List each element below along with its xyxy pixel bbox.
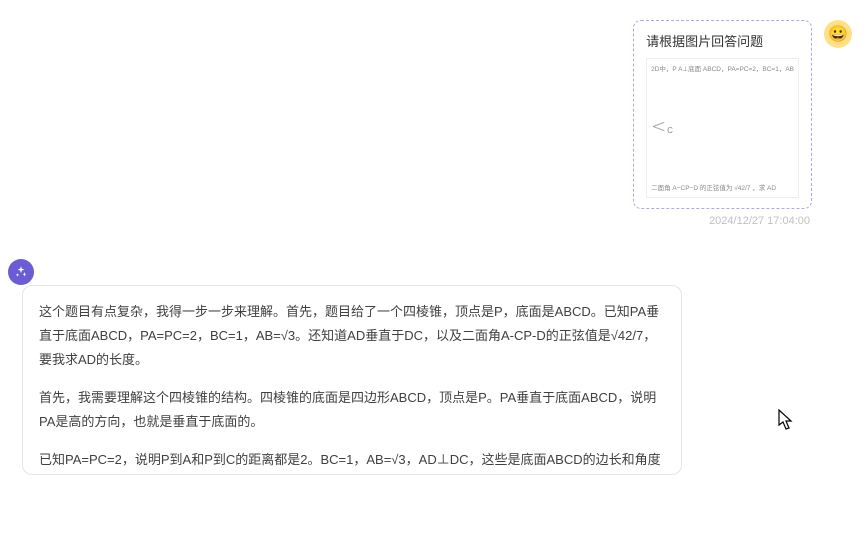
problem-image-bottom-text: 二面角 A−CP−D 的正弦值为 √42/7 ，求 AD <box>651 184 794 193</box>
user-bubble-wrap: 请根据图片回答问题 2D中，P A⊥底面 ABCD，PA=PC=2，BC=1，A… <box>633 20 812 227</box>
problem-image-top-text: 2D中，P A⊥底面 ABCD，PA=PC=2，BC=1，AB <box>651 65 794 74</box>
chat-area: 请根据图片回答问题 2D中，P A⊥底面 ABCD，PA=PC=2，BC=1，A… <box>0 0 864 542</box>
problem-image-attachment[interactable]: 2D中，P A⊥底面 ABCD，PA=PC=2，BC=1，AB C 二面角 A−… <box>646 58 799 198</box>
user-bubble[interactable]: 请根据图片回答问题 2D中，P A⊥底面 ABCD，PA=PC=2，BC=1，A… <box>633 20 812 209</box>
message-timestamp: 2024/12/27 17:04:00 <box>709 215 812 227</box>
user-avatar[interactable]: 😀 <box>824 20 852 48</box>
bot-bubble[interactable]: 这个题目有点复杂，我得一步一步来理解。首先，题目给了一个四棱锥，顶点是P，底面是… <box>22 285 682 475</box>
problem-image-diagram: C <box>653 119 673 136</box>
bot-paragraph: 这个题目有点复杂，我得一步一步来理解。首先，题目给了一个四棱锥，顶点是P，底面是… <box>39 300 665 372</box>
smiley-icon: 😀 <box>828 24 848 44</box>
bot-paragraph: 已知PA=PC=2，说明P到A和P到C的距离都是2。BC=1，AB=√3，AD⊥… <box>39 448 665 472</box>
user-prompt-text: 请根据图片回答问题 <box>646 31 799 50</box>
bot-message-row: 这个题目有点复杂，我得一步一步来理解。首先，题目给了一个四棱锥，顶点是P，底面是… <box>12 257 852 475</box>
bot-paragraph: 首先，我需要理解这个四棱锥的结构。四棱锥的底面是四边形ABCD，顶点是P。PA垂… <box>39 386 665 434</box>
sparkle-icon <box>14 265 28 279</box>
diagram-point-label: C <box>667 126 673 135</box>
bot-avatar[interactable] <box>8 259 34 285</box>
user-message-row: 请根据图片回答问题 2D中，P A⊥底面 ABCD，PA=PC=2，BC=1，A… <box>12 20 852 227</box>
angle-icon <box>653 119 667 133</box>
